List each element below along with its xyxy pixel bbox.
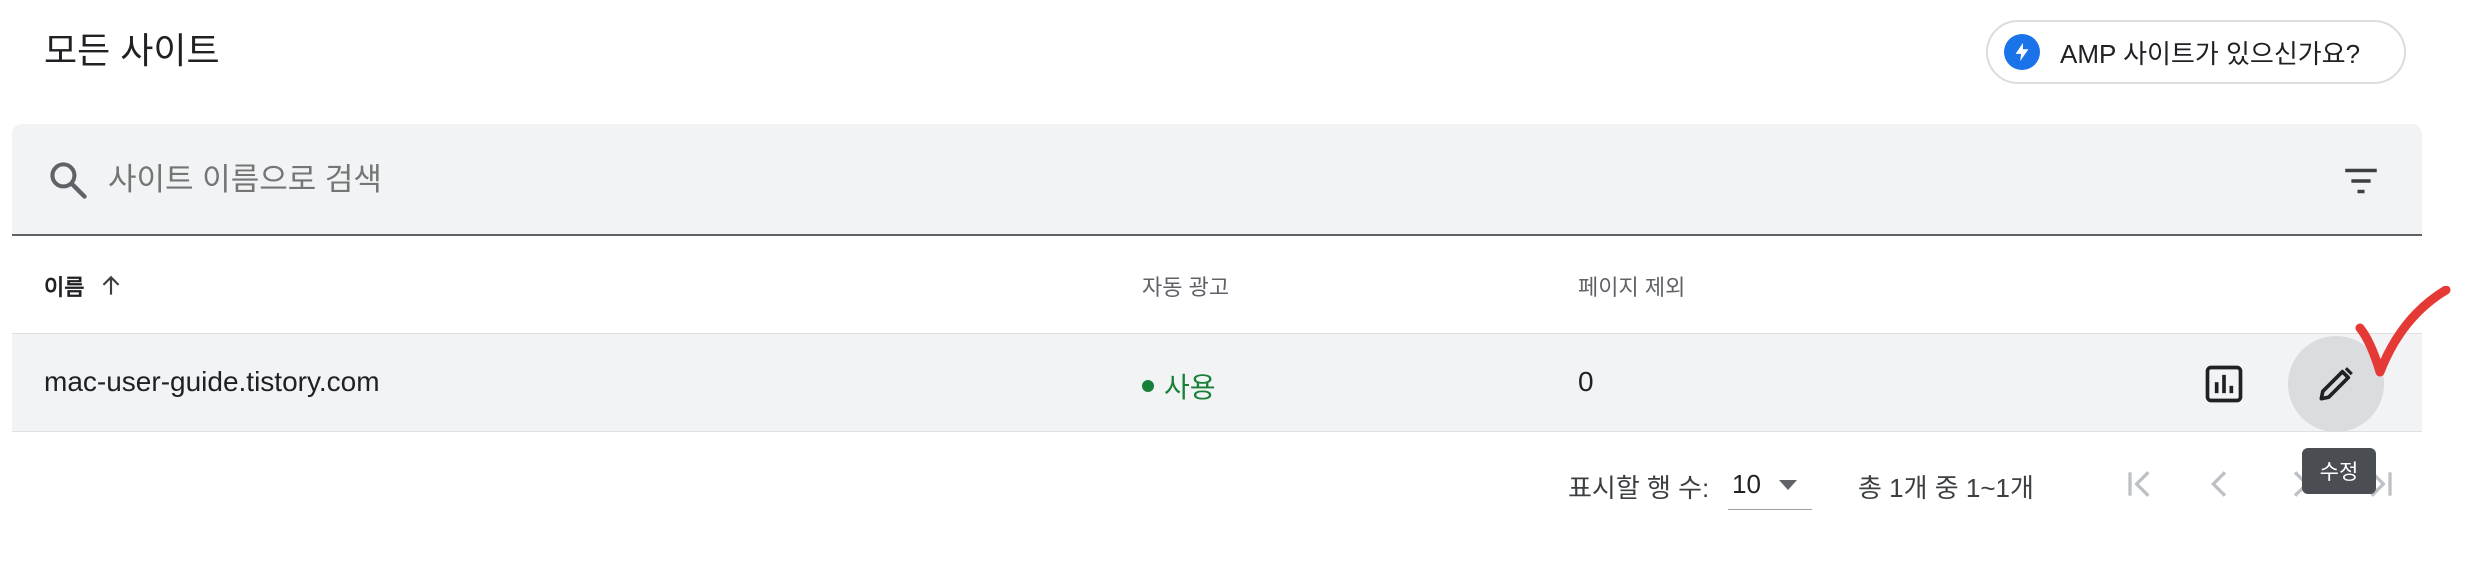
rows-per-page-value: 10 bbox=[1732, 469, 1761, 499]
auto-ads-status-label: 사용 bbox=[1164, 372, 1216, 403]
checkmark-annotation-icon bbox=[2355, 286, 2451, 377]
previous-page-button[interactable] bbox=[2192, 456, 2248, 512]
first-page-icon bbox=[2128, 471, 2150, 497]
table-header: 이름 자동 광고 페이지 제외 bbox=[12, 236, 2422, 334]
rows-per-page-select[interactable]: 10 bbox=[1728, 460, 1812, 510]
column-header-name-label: 이름 bbox=[44, 275, 85, 300]
column-header-name[interactable]: 이름 bbox=[44, 270, 124, 302]
rows-per-page-label: 표시할 행 수: bbox=[1568, 473, 1710, 503]
amp-link-label: AMP 사이트가 있으신가요? bbox=[2060, 38, 2361, 69]
arrow-up-icon bbox=[103, 275, 120, 295]
bolt-icon bbox=[2004, 34, 2040, 70]
edit-tooltip: 수정 bbox=[2302, 448, 2376, 494]
column-header-auto-ads[interactable]: 자동 광고 bbox=[1142, 270, 1229, 302]
view-report-button[interactable] bbox=[2198, 358, 2250, 410]
excluded-pages-count: 0 bbox=[1578, 366, 1594, 397]
search-input[interactable] bbox=[108, 152, 1508, 208]
filter-icon[interactable] bbox=[2340, 160, 2382, 202]
bar-chart-icon bbox=[2205, 365, 2243, 403]
column-header-excluded-pages[interactable]: 페이지 제외 bbox=[1578, 270, 1685, 302]
status-dot-icon bbox=[1142, 380, 1154, 392]
page-range-text: 총 1개 중 1~1개 bbox=[1858, 473, 2034, 503]
search-panel bbox=[12, 124, 2422, 236]
amp-sites-link[interactable]: AMP 사이트가 있으신가요? bbox=[1986, 20, 2406, 84]
first-page-button[interactable] bbox=[2112, 456, 2168, 512]
auto-ads-status: 사용 bbox=[1142, 366, 1216, 406]
table-row[interactable]: mac-user-guide.tistory.com 사용 0 bbox=[12, 334, 2422, 432]
site-name[interactable]: mac-user-guide.tistory.com bbox=[44, 366, 380, 398]
pagination: 표시할 행 수: 10 총 1개 중 1~1개 bbox=[0, 432, 2468, 562]
page-title: 모든 사이트 bbox=[44, 30, 220, 71]
search-icon bbox=[50, 162, 87, 199]
caret-down-icon bbox=[1778, 479, 1797, 490]
chevron-left-icon bbox=[2210, 471, 2227, 497]
